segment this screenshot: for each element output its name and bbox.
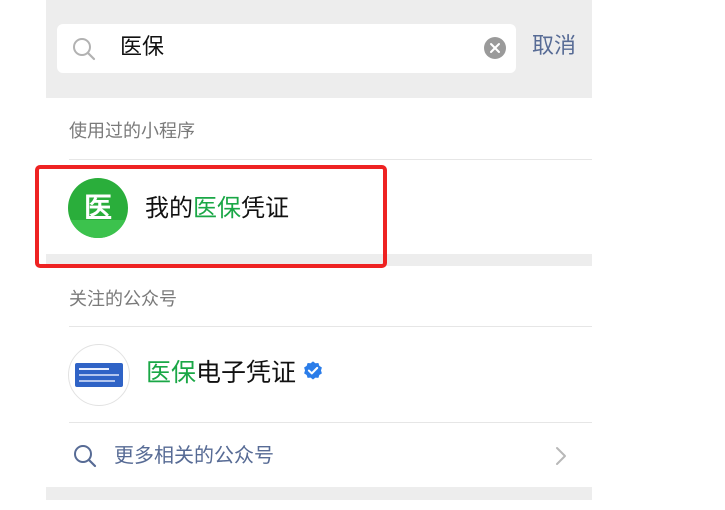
- search-results-panel: 医保 取消 使用过的小程序 医 我的医保凭证 关注的公众号 医保电子凭证 更多相…: [46, 0, 592, 510]
- section-header-official-accounts: 关注的公众号: [69, 289, 177, 310]
- search-icon: [74, 445, 97, 468]
- section-gap: [46, 254, 592, 266]
- official-account-name-highlight: 医保: [146, 358, 197, 387]
- cancel-button[interactable]: 取消: [532, 31, 576, 63]
- more-official-accounts-label: 更多相关的公众号: [114, 443, 274, 467]
- search-input[interactable]: 医保: [57, 24, 516, 73]
- mini-program-name-prefix: 我的: [145, 194, 193, 222]
- mini-program-name-highlight: 医保: [193, 194, 241, 222]
- mini-program-icon-glyph: 医: [83, 191, 112, 224]
- id-card-icon: [68, 344, 130, 406]
- medical-insurance-icon: 医: [68, 178, 128, 238]
- mini-program-name-suffix: 凭证: [241, 194, 289, 222]
- chevron-right-icon: [556, 447, 566, 465]
- clear-icon[interactable]: [484, 37, 506, 59]
- mini-program-name: 我的医保凭证: [145, 192, 289, 224]
- search-bar: 医保 取消: [46, 0, 592, 98]
- official-account-name: 医保电子凭证: [146, 356, 324, 390]
- mini-program-item[interactable]: 医 我的医保凭证: [46, 160, 592, 254]
- more-official-accounts-link[interactable]: 更多相关的公众号: [46, 423, 592, 487]
- official-account-item[interactable]: 医保电子凭证: [46, 327, 592, 422]
- search-query[interactable]: 医保: [120, 33, 164, 63]
- section-header-mini-programs: 使用过的小程序: [69, 121, 195, 142]
- section-gap: [46, 487, 592, 500]
- official-account-name-suffix: 电子凭证: [196, 358, 297, 387]
- verified-icon: [304, 361, 322, 380]
- search-icon: [73, 38, 96, 61]
